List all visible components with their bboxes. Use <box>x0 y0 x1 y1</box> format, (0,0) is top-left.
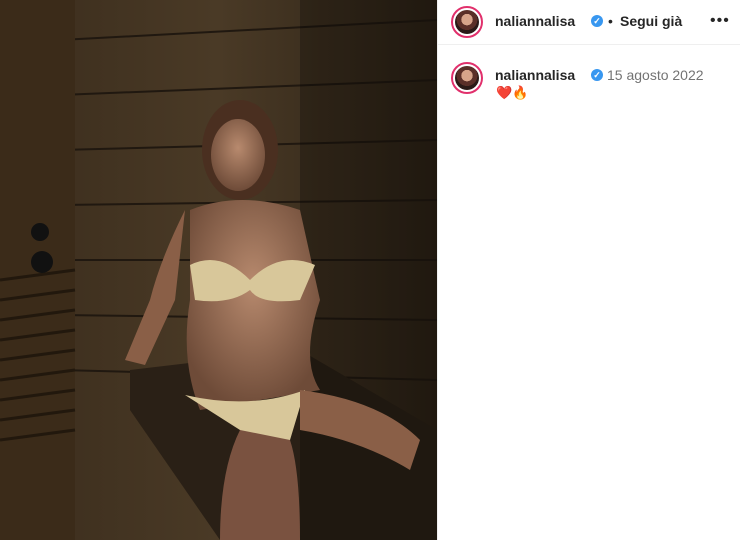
caption-text: ❤️🔥 <box>496 85 529 100</box>
following-button[interactable]: Segui già <box>620 13 682 29</box>
more-options-icon[interactable]: ••• <box>710 12 730 30</box>
verified-badge-icon: ✓ <box>591 15 603 27</box>
caption-verified-badge-icon: ✓ <box>591 69 603 81</box>
caption-username-link[interactable]: naliannalisa <box>495 67 575 83</box>
post-header: naliannalisa ✓ • Segui già ••• <box>438 0 740 45</box>
post-photo[interactable] <box>0 0 437 540</box>
separator-dot: • <box>608 13 613 29</box>
post-dialog: naliannalisa ✓ • Segui già ••• naliannal… <box>0 0 740 540</box>
avatar-image <box>455 10 479 34</box>
photo-illustration <box>0 0 437 540</box>
caption-avatar[interactable] <box>451 62 483 94</box>
post-sidebar: naliannalisa ✓ • Segui già ••• naliannal… <box>437 0 740 540</box>
avatar[interactable] <box>451 6 483 38</box>
post-date: 15 agosto 2022 <box>607 67 704 83</box>
username-link[interactable]: naliannalisa <box>495 13 575 29</box>
caption-avatar-image <box>455 66 479 90</box>
